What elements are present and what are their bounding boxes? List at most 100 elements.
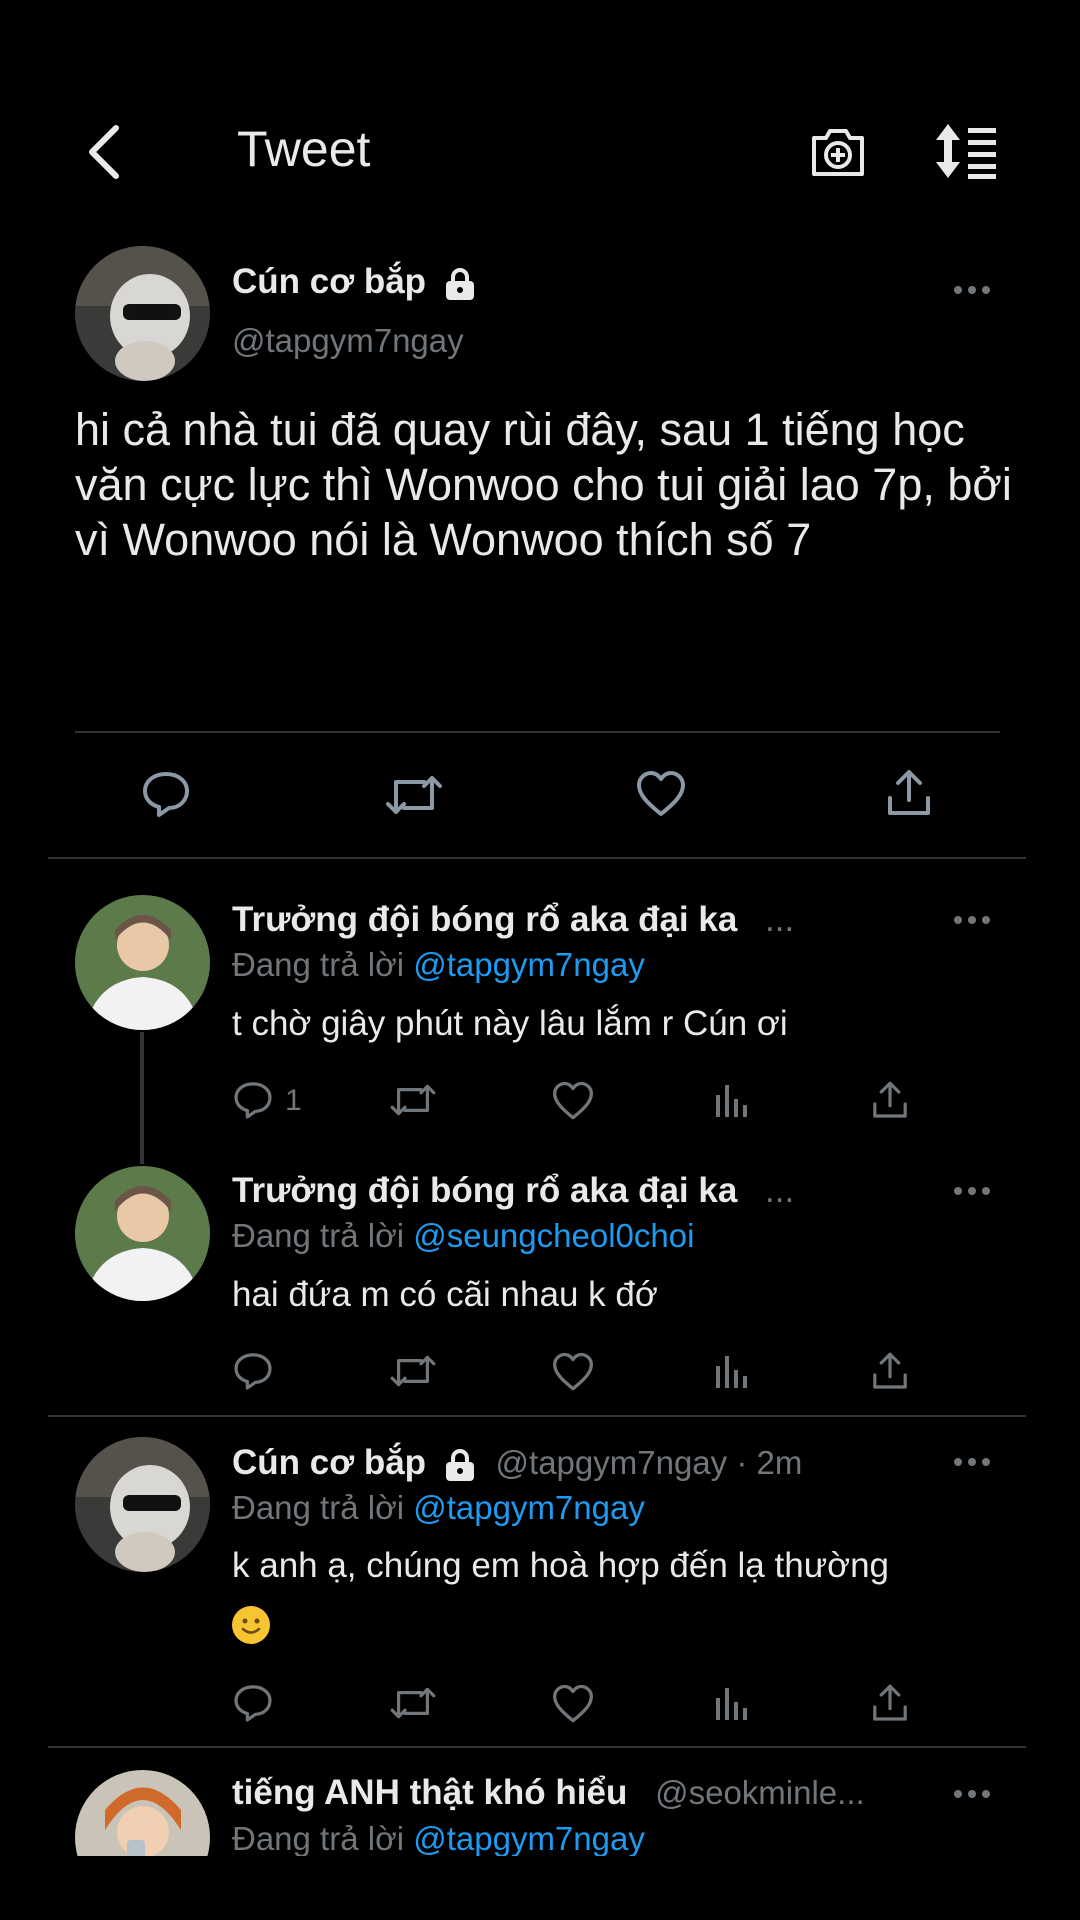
more-dots-icon [954, 1458, 990, 1466]
handle[interactable]: @tapgym7ngay [232, 322, 464, 360]
share-button[interactable] [870, 1683, 910, 1723]
replying-to-prefix: Đang trả lời [232, 1820, 405, 1856]
back-button[interactable] [78, 122, 130, 182]
mention-link[interactable]: @seungcheol0choi [413, 1217, 694, 1254]
display-name-text: Trưởng đội bóng rổ aka đại ka [232, 1171, 738, 1210]
share-icon [873, 1081, 907, 1118]
reply-icon [143, 772, 189, 817]
avatar[interactable] [75, 895, 210, 1030]
thread-line [140, 1032, 144, 1164]
retweet-icon [386, 776, 442, 814]
more-dots-icon [954, 916, 990, 924]
retweet-button[interactable] [389, 1351, 437, 1391]
display-name[interactable]: Trưởng đội bóng rổ aka đại ka ... [232, 900, 794, 940]
retweet-button[interactable] [389, 1683, 437, 1723]
analytics-icon [716, 1356, 747, 1388]
more-options-button[interactable] [952, 1452, 992, 1472]
analytics-button[interactable] [714, 1686, 750, 1722]
analytics-button[interactable] [714, 1354, 750, 1390]
avatar-image [75, 246, 210, 381]
like-button[interactable] [636, 770, 686, 818]
retweet-button[interactable] [389, 1080, 437, 1120]
display-name-text: Cún cơ bắp [232, 262, 427, 301]
reply-count: 1 [285, 1084, 302, 1117]
handle-time: @tapgym7ngay · 2m [495, 1444, 803, 1481]
replying-to-prefix: Đang trả lời [232, 1217, 405, 1254]
sort-list-icon [936, 124, 996, 179]
mention-link[interactable]: @tapgym7ngay [413, 946, 645, 983]
display-name[interactable]: Trưởng đội bóng rổ aka đại ka ... [232, 1171, 794, 1211]
share-button[interactable] [870, 1351, 910, 1391]
display-name-text: Trưởng đội bóng rổ aka đại ka [232, 900, 738, 939]
reply-icon [234, 1082, 272, 1119]
like-button[interactable] [552, 1684, 594, 1724]
display-name-text: Cún cơ bắp [232, 1443, 427, 1482]
list-item: tiếng ANH thật khó hiểu @seokminle... Đa… [0, 1748, 1080, 1856]
more-dots-icon [954, 1790, 990, 1798]
more-options-button[interactable] [952, 1181, 992, 1201]
share-icon [888, 770, 930, 815]
avatar[interactable] [75, 1770, 210, 1856]
more-options-button[interactable] [952, 280, 992, 300]
more-dots-icon [954, 1187, 990, 1195]
reply-button[interactable] [232, 1682, 274, 1724]
heart-icon [553, 1081, 593, 1120]
divider [48, 857, 1026, 859]
name-truncation: ... [765, 1171, 795, 1210]
replying-to-prefix: Đang trả lời [232, 1489, 405, 1526]
page-title: Tweet [237, 121, 371, 177]
more-dots-icon [954, 286, 990, 294]
camera-plus-icon [812, 129, 864, 176]
reply-icon [234, 1353, 272, 1390]
display-name[interactable]: Cún cơ bắp @tapgym7ngay · 2m [232, 1443, 802, 1483]
display-name-text: tiếng ANH thật khó hiểu [232, 1773, 628, 1812]
display-name[interactable]: tiếng ANH thật khó hiểu @seokminle... [232, 1773, 865, 1813]
avatar-image [75, 1437, 210, 1572]
display-name[interactable]: Cún cơ bắp [232, 262, 478, 302]
divider [75, 731, 1000, 733]
like-button[interactable] [552, 1081, 594, 1121]
handle: @seokminle... [655, 1774, 865, 1811]
mention-link[interactable]: @tapgym7ngay [413, 1820, 645, 1856]
avatar[interactable] [75, 1437, 210, 1572]
analytics-button[interactable] [714, 1083, 750, 1119]
camera-button[interactable] [808, 122, 868, 182]
avatar-image [75, 895, 210, 1030]
share-icon [873, 1352, 907, 1389]
more-options-button[interactable] [952, 910, 992, 930]
avatar-image [75, 1166, 210, 1301]
heart-icon [553, 1352, 593, 1391]
reply-button[interactable] [140, 768, 192, 820]
share-icon [873, 1684, 907, 1721]
tweet-text: hi cả nhà tui đã quay rùi đây, sau 1 tiế… [75, 404, 1012, 565]
retweet-icon [390, 1355, 436, 1387]
share-button[interactable] [884, 768, 934, 818]
divider [48, 1415, 1026, 1417]
replying-to: Đang trả lời @seungcheol0choi [232, 1217, 694, 1255]
replying-to: Đang trả lời @tapgym7ngay [232, 1489, 645, 1527]
top-bar: Tweet [0, 0, 1080, 230]
heart-icon [637, 771, 685, 816]
sort-button[interactable] [930, 122, 1000, 182]
lock-icon [445, 1448, 474, 1481]
analytics-icon [716, 1688, 747, 1720]
avatar[interactable] [75, 246, 210, 381]
mention-link[interactable]: @tapgym7ngay [413, 1489, 645, 1526]
name-truncation: ... [765, 900, 795, 939]
smiley-emoji-icon [232, 1606, 270, 1644]
avatar-image [75, 1770, 210, 1856]
reply-button[interactable] [232, 1079, 274, 1121]
analytics-icon [716, 1085, 747, 1117]
reply-text: hai đứa m có cãi nhau k đớ [232, 1275, 658, 1314]
reply-icon [234, 1685, 272, 1722]
retweet-icon [390, 1687, 436, 1719]
more-options-button[interactable] [952, 1784, 992, 1804]
replying-to: Đang trả lời @tapgym7ngay [232, 1820, 645, 1856]
retweet-button[interactable] [384, 770, 444, 820]
share-button[interactable] [870, 1080, 910, 1120]
reply-button[interactable] [232, 1350, 274, 1392]
like-button[interactable] [552, 1352, 594, 1392]
avatar[interactable] [75, 1166, 210, 1301]
lock-icon [445, 267, 474, 300]
retweet-icon [390, 1084, 436, 1116]
